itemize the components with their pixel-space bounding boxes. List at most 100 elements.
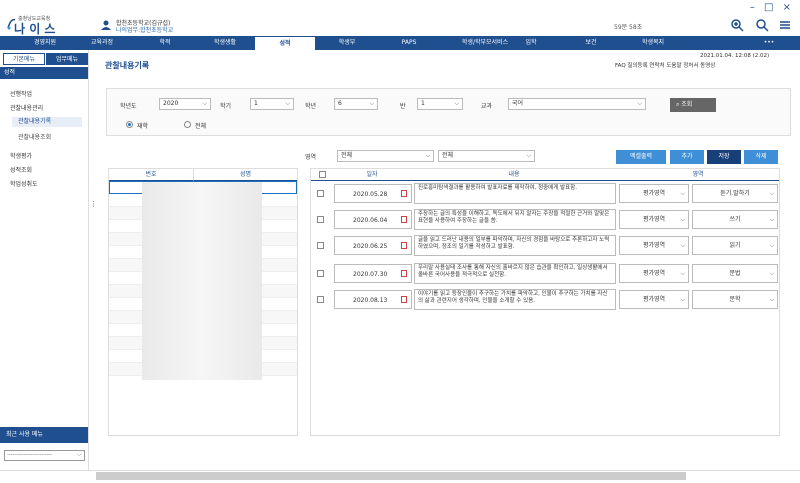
- area-category-select[interactable]: 평가영역 ⌵: [619, 290, 689, 309]
- sidebar-item-observation-record[interactable]: 관찰내용기록: [12, 117, 82, 127]
- sidebar-item-prework[interactable]: 선행작업: [10, 89, 32, 98]
- delete-button[interactable]: 삭제: [744, 150, 778, 164]
- chevron-down-icon: ⌵: [680, 190, 685, 197]
- nav-item-welfare[interactable]: 학생복지: [618, 36, 688, 50]
- chevron-down-icon: ⌵: [769, 216, 774, 223]
- chevron-down-icon: ⌵: [77, 452, 81, 458]
- calendar-icon[interactable]: [401, 270, 407, 277]
- sidebar-item-observation-mgmt[interactable]: 관찰내용관리: [10, 103, 43, 112]
- area-category-select[interactable]: 평가영역 ⌵: [619, 236, 689, 255]
- window-controls[interactable]: – □ ×: [750, 2, 794, 13]
- tab-work-menu[interactable]: 업무메뉴: [46, 53, 88, 65]
- content-textarea[interactable]: 글을 읽고 드러난 내용의 일부를 파악하며, 자신의 경험을 바탕으로 추론하…: [414, 235, 616, 256]
- area-category-value: 평가영역: [642, 190, 666, 197]
- nav-item-curriculum[interactable]: 교육과정: [67, 36, 137, 50]
- content-textarea[interactable]: 진로흥미탐색결과를 활용하여 발표자료를 제작하여, 청중에게 발표함.: [414, 183, 616, 204]
- area-select-2[interactable]: 전체 ⌵: [438, 150, 535, 162]
- calendar-icon[interactable]: [401, 216, 407, 223]
- page-title: 관찰내용기록: [105, 61, 150, 70]
- area-category-value: 평가영역: [642, 216, 666, 223]
- area-sub-select[interactable]: 읽기 ⌵: [692, 236, 778, 255]
- nav-item-health[interactable]: 보건: [556, 36, 626, 50]
- area-select-1[interactable]: 전체 ⌵: [337, 150, 434, 162]
- row-checkbox[interactable]: [317, 270, 324, 277]
- calendar-icon[interactable]: [401, 242, 407, 249]
- nav-more[interactable]: •••: [734, 36, 800, 50]
- user-school[interactable]: 나의업무:합천초등학교: [116, 25, 173, 34]
- nav-item-records[interactable]: 학생부: [312, 36, 382, 50]
- chevron-down-icon: ⌵: [369, 100, 374, 107]
- content-textarea[interactable]: 주장하는 글의 특성을 이해하고, 독도에서 뒤지 말자는 주장을 적절한 근거…: [414, 209, 616, 230]
- chevron-down-icon: ⌵: [769, 270, 774, 277]
- term-value: 1: [254, 100, 258, 107]
- radio-all[interactable]: [184, 121, 191, 128]
- calendar-icon[interactable]: [401, 190, 407, 197]
- nav-item-student-life[interactable]: 학생생활: [190, 36, 260, 50]
- chevron-down-icon: ⌵: [769, 190, 774, 197]
- search-icon[interactable]: [755, 18, 769, 32]
- add-button[interactable]: 추가: [670, 150, 704, 164]
- col-area: 영역: [617, 169, 779, 181]
- grade-select[interactable]: 6 ⌵: [334, 98, 378, 110]
- logo-text: 나 이 스: [14, 22, 56, 36]
- row-checkbox[interactable]: [317, 242, 324, 249]
- splitter-handle[interactable]: ⋮: [90, 200, 97, 214]
- tab-basic-menu[interactable]: 기본메뉴: [3, 53, 45, 65]
- area-category-value: 평가영역: [642, 270, 666, 277]
- class-select[interactable]: 1 ⌵: [417, 98, 463, 110]
- date-input[interactable]: 2020.06.25: [334, 236, 412, 255]
- area-category-select[interactable]: 평가영역 ⌵: [619, 210, 689, 229]
- chevron-down-icon: ⌵: [680, 216, 685, 223]
- year-value: 2020: [163, 100, 179, 107]
- sidebar-item-observation-view[interactable]: 관찰내용조회: [18, 132, 51, 141]
- date-input[interactable]: 2020.08.13: [334, 290, 412, 309]
- area-category-select[interactable]: 평가영역 ⌵: [619, 184, 689, 203]
- subject-select[interactable]: 국어 ⌵: [508, 98, 646, 110]
- search-button[interactable]: ⌕ 조회: [670, 98, 716, 112]
- col-check: [311, 169, 333, 181]
- date-input[interactable]: 2020.05.28: [334, 184, 412, 203]
- area-category-value: 평가영역: [642, 242, 666, 249]
- row-checkbox[interactable]: [317, 190, 324, 197]
- area-sub-select[interactable]: 문법 ⌵: [692, 264, 778, 283]
- recent-menu-select[interactable]: ------------------------- ⌵: [4, 450, 85, 461]
- nav-item-paps[interactable]: PAPS: [374, 36, 444, 50]
- nav-item-grades[interactable]: 성적: [254, 36, 316, 50]
- date-value: 2020.08.13: [353, 297, 388, 304]
- sidebar-item-achievement[interactable]: 학업성취도: [10, 179, 38, 188]
- scrollbar-thumb[interactable]: [96, 472, 686, 480]
- zoom-in-icon[interactable]: [730, 18, 744, 32]
- search-button-label: 조회: [681, 101, 693, 108]
- col-date: 일자: [333, 169, 411, 181]
- radio-all-label: 전체: [195, 123, 207, 130]
- sidebar-item-student-eval[interactable]: 학생평가: [10, 151, 32, 160]
- date-input[interactable]: 2020.07.30: [334, 264, 412, 283]
- area-sub-select[interactable]: 문학 ⌵: [692, 290, 778, 309]
- chevron-down-icon: ⌵: [680, 242, 685, 249]
- row-checkbox[interactable]: [317, 216, 324, 223]
- content-textarea[interactable]: 이야기를 읽고 등장인물이 추구하는 가치를 파악하고, 인물이 추구하는 가치…: [414, 289, 616, 310]
- row-checkbox[interactable]: [317, 296, 324, 303]
- col-name: 성명: [193, 169, 297, 181]
- area-sub-value: 쓰기: [729, 216, 741, 223]
- save-button[interactable]: 저장: [707, 150, 741, 164]
- date-input[interactable]: 2020.06.04: [334, 210, 412, 229]
- term-select[interactable]: 1 ⌵: [250, 98, 294, 110]
- excel-export-button[interactable]: 엑셀출력: [616, 150, 666, 164]
- sidebar-item-grade-view[interactable]: 성적조회: [10, 165, 32, 174]
- grade-label: 학년: [305, 103, 317, 110]
- content-textarea[interactable]: 우리말 사용실태 조사를 통해 자신의 홀바르지 않은 습관을 확인하고, 일상…: [414, 263, 616, 284]
- area-sub-select[interactable]: 듣기.말하기 ⌵: [692, 184, 778, 203]
- calendar-icon[interactable]: [401, 296, 407, 303]
- menu-icon[interactable]: [778, 18, 792, 32]
- chevron-down-icon: ⌵: [769, 296, 774, 303]
- class-value: 1: [421, 100, 425, 107]
- area-sub-select[interactable]: 쓰기 ⌵: [692, 210, 778, 229]
- recent-menu-value: -------------------------: [7, 452, 53, 458]
- date-value: 2020.06.25: [353, 243, 388, 250]
- year-select[interactable]: 2020 ⌵: [159, 98, 211, 110]
- radio-enrolled[interactable]: [126, 121, 133, 128]
- help-links[interactable]: FAQ 질의등록 연락처 도움말 정처서 동영상: [615, 61, 715, 69]
- date-value: 2020.05.28: [353, 191, 388, 198]
- area-category-select[interactable]: 평가영역 ⌵: [619, 264, 689, 283]
